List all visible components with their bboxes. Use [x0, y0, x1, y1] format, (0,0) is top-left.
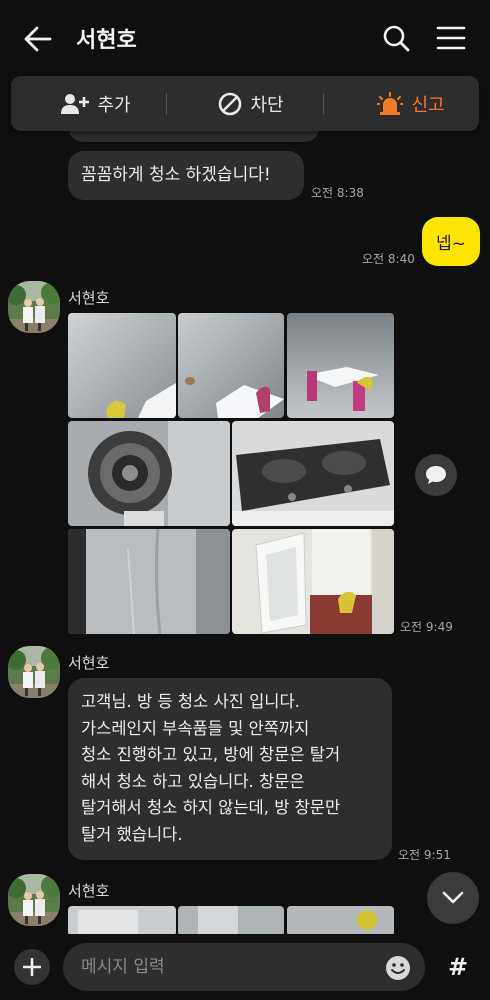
message-time: 오전 9:49 — [400, 620, 453, 634]
avatar-photo — [8, 646, 60, 698]
report-label: 신고 — [411, 94, 445, 116]
plus-icon — [23, 958, 41, 976]
add-friend-label: 추가 — [97, 94, 131, 116]
photo-thumbnail[interactable] — [232, 421, 394, 526]
menu-icon[interactable] — [436, 25, 466, 51]
chat-screen: 서현호 추가 차단 신고 꼼꼼하게 청소 하겠습니다! 오전 8:38 넵~ 오… — [0, 0, 490, 1000]
sender-name: 서현호 — [68, 654, 110, 672]
scroll-down-button[interactable] — [427, 872, 479, 924]
add-friend-icon — [61, 93, 90, 114]
back-arrow-icon[interactable] — [22, 24, 54, 54]
message-line: 고객님. 방 등 청소 사진 입니다. — [81, 692, 300, 711]
message-line: 해서 청소 하고 있습니다. 창문은 — [81, 771, 305, 791]
photo-thumbnail[interactable] — [178, 906, 284, 936]
block-icon — [219, 92, 242, 115]
message-bubble: 고객님. 방 등 청소 사진 입니다. 가스레인지 부속품들 및 안쪽까지 청소… — [68, 678, 392, 860]
hashtag-button[interactable]: # — [440, 949, 476, 985]
chevron-down-icon — [442, 891, 464, 904]
avatar[interactable] — [8, 874, 60, 926]
friend-action-bar: 추가 차단 신고 — [11, 76, 479, 131]
my-message-text: 넵~ — [436, 234, 466, 254]
sender-name: 서현호 — [68, 289, 110, 307]
my-message-time: 오전 8:40 — [362, 252, 415, 266]
share-button[interactable] — [415, 454, 457, 496]
photo-thumbnail[interactable] — [232, 529, 394, 634]
divider — [323, 93, 324, 115]
add-friend-button[interactable]: 추가 — [41, 76, 151, 131]
emoji-icon[interactable] — [384, 954, 412, 982]
message-line: 청소 진행하고 있고, 방에 창문은 탈거 — [81, 745, 341, 764]
photo-thumbnail[interactable] — [287, 906, 394, 936]
search-icon[interactable] — [382, 24, 410, 52]
message-input-bar: # — [0, 934, 490, 1000]
photo-thumbnail[interactable] — [68, 421, 230, 526]
photo-thumbnail[interactable] — [68, 906, 176, 936]
message-line: 탈거해서 청소 하지 않는데, 방 창문만 — [81, 798, 341, 817]
message-text: 꼼꼼하게 청소 하겠습니다! — [81, 165, 271, 185]
chat-title: 서현호 — [76, 28, 137, 53]
avatar-photo — [8, 874, 60, 926]
message-bubble: 꼼꼼하게 청소 하겠습니다! — [68, 151, 304, 200]
siren-icon — [377, 91, 404, 115]
message-line: 가스레인지 부속품들 및 안쪽까지 — [81, 718, 310, 738]
message-line: 탈거 했습니다. — [81, 824, 183, 844]
photo-thumbnail[interactable] — [287, 313, 394, 418]
my-message-bubble: 넵~ — [422, 217, 480, 266]
photo-thumbnail[interactable] — [68, 529, 230, 634]
report-button[interactable]: 신고 — [351, 76, 471, 131]
block-label: 차단 — [250, 94, 284, 116]
avatar[interactable] — [8, 646, 60, 698]
avatar-photo — [8, 281, 60, 333]
block-button[interactable]: 차단 — [191, 76, 311, 131]
sender-name: 서현호 — [68, 882, 110, 900]
attach-button[interactable] — [14, 949, 50, 985]
photo-thumbnail[interactable] — [68, 313, 176, 418]
message-input[interactable] — [63, 943, 425, 991]
divider — [166, 93, 167, 115]
avatar[interactable] — [8, 281, 60, 333]
message-time: 오전 8:38 — [311, 186, 364, 200]
chat-header: 서현호 — [0, 0, 490, 76]
photo-thumbnail[interactable] — [178, 313, 284, 418]
speech-bubble-icon — [426, 466, 446, 484]
message-time: 오전 9:51 — [398, 848, 451, 862]
